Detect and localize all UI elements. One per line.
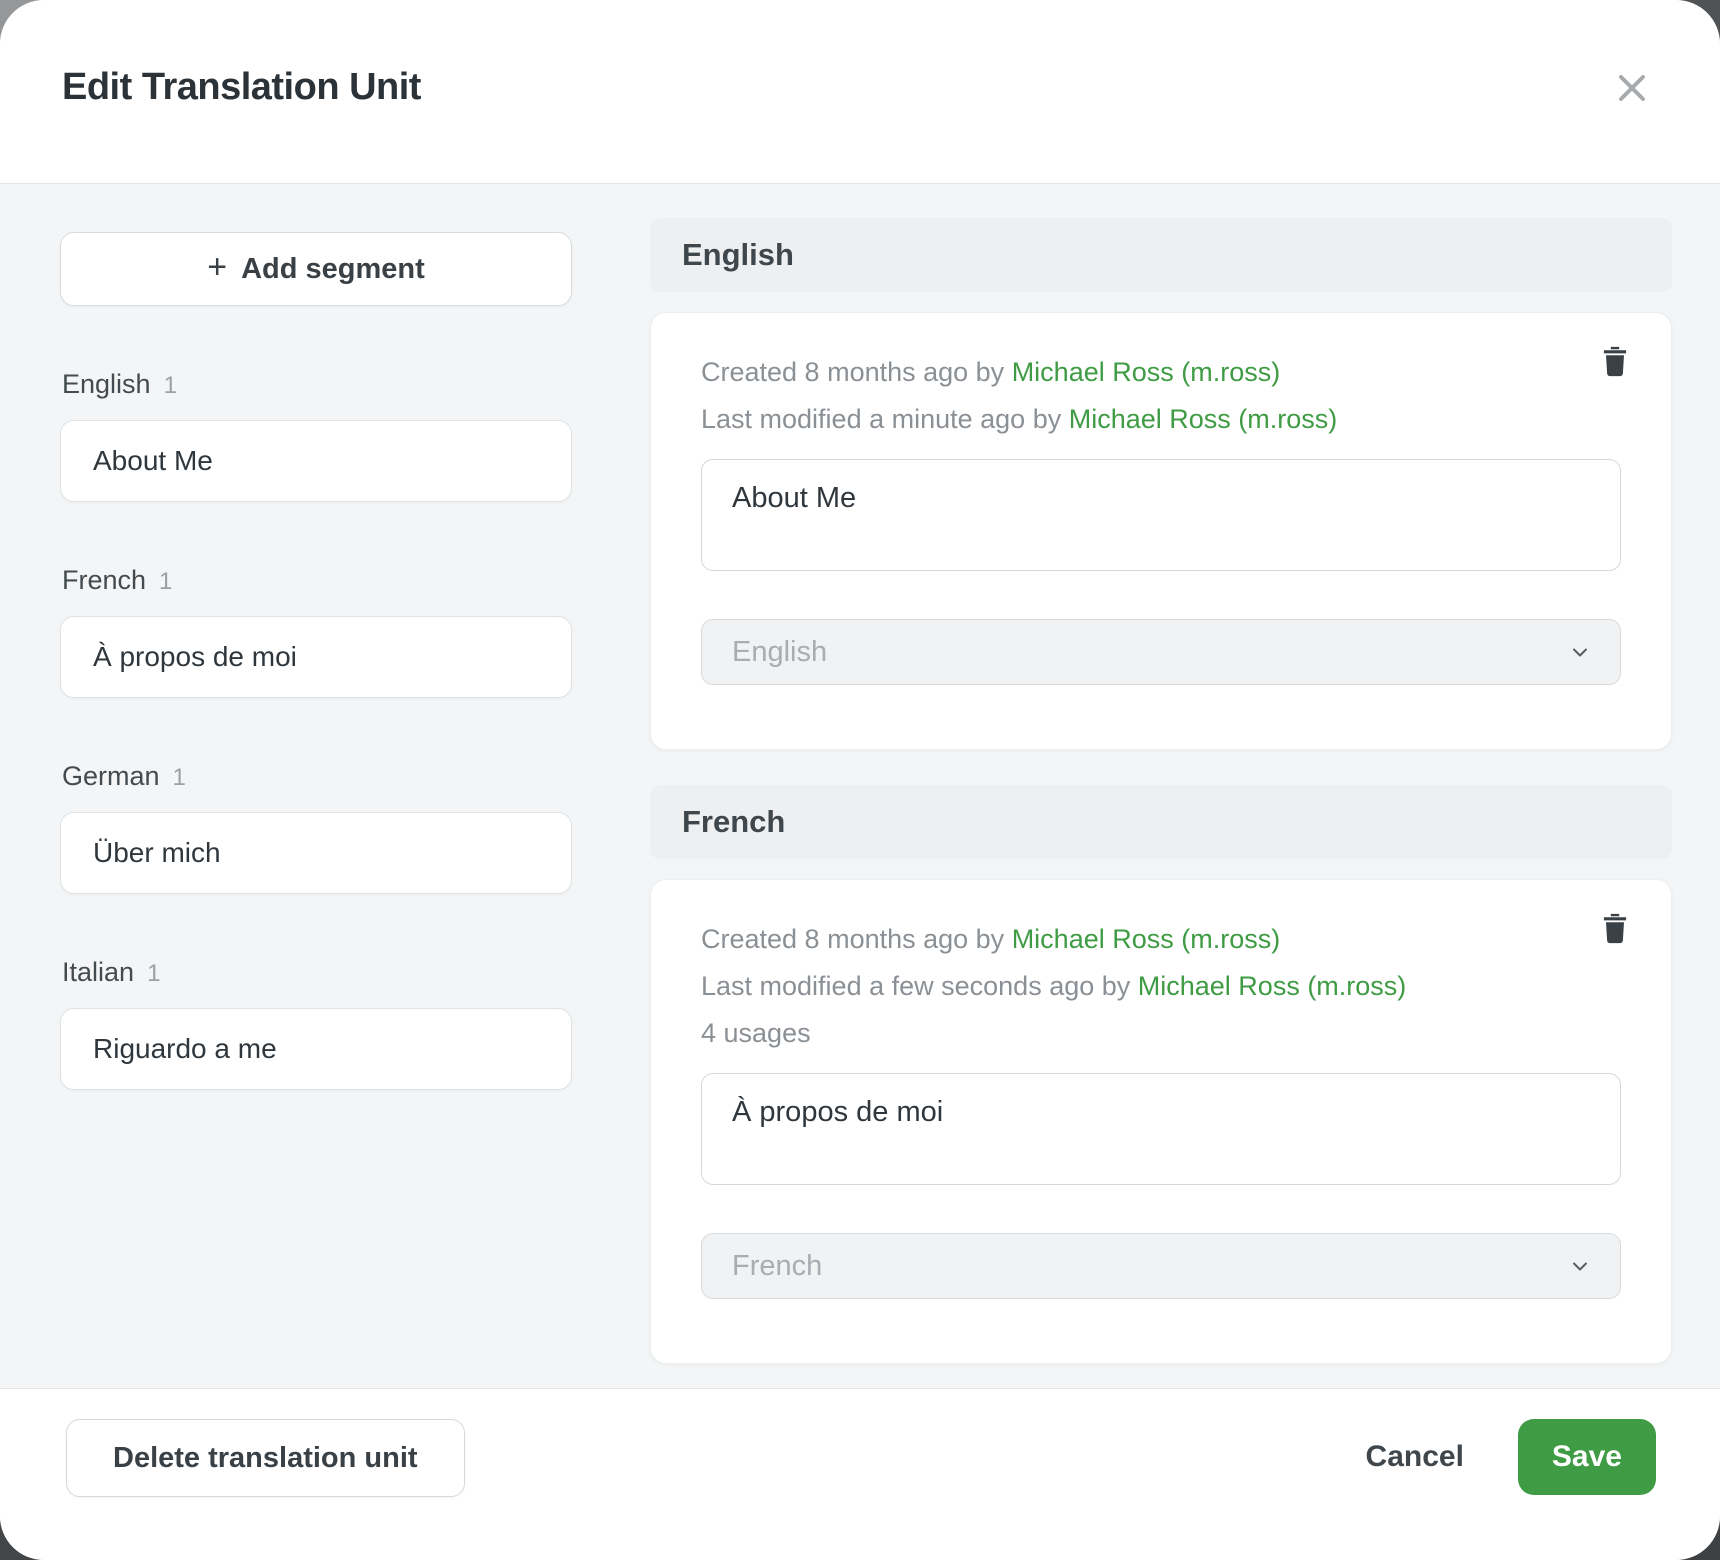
segment-count-badge: 1 [159,564,172,600]
plus-icon: + [207,250,227,284]
language-select-french[interactable]: French [701,1233,1621,1299]
segment-language-label: French 1 [62,562,572,600]
segment-card-italian[interactable]: Riguardo a me [60,1008,572,1090]
segment-language: German [62,758,160,794]
segment-language-label: Italian 1 [62,954,572,992]
segment-value: Riguardo a me [93,1033,277,1065]
segment-value: About Me [93,445,213,477]
created-meta: Created 8 months ago by Michael Ross (m.… [701,349,1621,396]
panel-card-english: Created 8 months ago by Michael Ross (m.… [650,312,1672,750]
created-meta: Created 8 months ago by Michael Ross (m.… [701,916,1621,963]
segment-count-badge: 1 [164,368,177,404]
segment-count-badge: 1 [147,956,160,992]
segment-sidebar: + Add segment English 1 About Me French … [60,232,572,1090]
segment-language: English [62,366,151,402]
segment-language: Italian [62,954,134,990]
modal-header: Edit Translation Unit [0,0,1720,184]
trash-icon [1597,910,1633,946]
language-panel-english: English Created 8 months ago by Michael … [650,218,1672,750]
language-select-english[interactable]: English [701,619,1621,685]
modal-footer: Delete translation unit Cancel Save [0,1388,1720,1560]
modal-title: Edit Translation Unit [62,66,421,109]
modal-body: + Add segment English 1 About Me French … [0,184,1720,1387]
close-button[interactable] [1606,62,1658,114]
modified-prefix: Last modified a minute ago by [701,404,1069,434]
segment-group-english: English 1 About Me [60,366,572,502]
language-panel-french: French Created 8 months ago by Michael R… [650,785,1672,1364]
add-segment-button[interactable]: + Add segment [60,232,572,306]
segment-group-italian: Italian 1 Riguardo a me [60,954,572,1090]
modified-user-link[interactable]: Michael Ross (m.ross) [1138,971,1407,1001]
modified-meta: Last modified a minute ago by Michael Ro… [701,396,1621,443]
segment-language: French [62,562,146,598]
segment-language-label: German 1 [62,758,572,796]
segment-text-input-english[interactable]: About Me [701,459,1621,571]
add-segment-label: Add segment [241,253,425,286]
segment-value: Über mich [93,837,221,869]
panel-header-french: French [650,785,1672,859]
panel-header-english: English [650,218,1672,292]
trash-icon [1597,343,1633,379]
segment-text-input-french[interactable]: À propos de moi [701,1073,1621,1185]
delete-segment-button[interactable] [1593,339,1637,383]
chevron-down-icon [1568,640,1592,664]
modified-meta: Last modified a few seconds ago by Micha… [701,963,1621,1010]
usages-meta: 4 usages [701,1010,1621,1057]
close-icon [1613,69,1651,107]
segment-group-french: French 1 À propos de moi [60,562,572,698]
created-prefix: Created 8 months ago by [701,924,1012,954]
segment-card-french[interactable]: À propos de moi [60,616,572,698]
created-user-link[interactable]: Michael Ross (m.ross) [1012,357,1281,387]
chevron-down-icon [1568,1254,1592,1278]
segment-card-german[interactable]: Über mich [60,812,572,894]
save-button[interactable]: Save [1518,1419,1656,1495]
created-prefix: Created 8 months ago by [701,357,1012,387]
edit-translation-unit-modal: Edit Translation Unit + Add segment Engl… [0,0,1720,1560]
delete-segment-button[interactable] [1593,906,1637,950]
segment-count-badge: 1 [173,760,186,796]
modified-user-link[interactable]: Michael Ross (m.ross) [1069,404,1338,434]
segment-value: À propos de moi [93,641,297,673]
language-select-value: French [732,1250,822,1283]
segment-detail-column: English Created 8 months ago by Michael … [650,218,1672,1399]
segment-language-label: English 1 [62,366,572,404]
delete-translation-unit-button[interactable]: Delete translation unit [66,1419,465,1497]
language-select-value: English [732,636,827,669]
modified-prefix: Last modified a few seconds ago by [701,971,1138,1001]
segment-group-german: German 1 Über mich [60,758,572,894]
panel-card-french: Created 8 months ago by Michael Ross (m.… [650,879,1672,1364]
segment-card-english[interactable]: About Me [60,420,572,502]
cancel-button[interactable]: Cancel [1356,1419,1474,1495]
created-user-link[interactable]: Michael Ross (m.ross) [1012,924,1281,954]
